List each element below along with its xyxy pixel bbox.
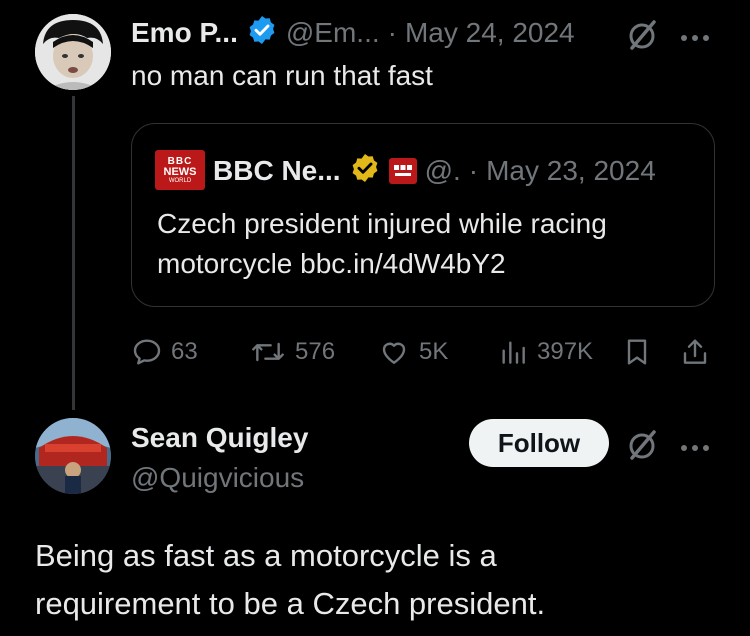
reply-author-handle[interactable]: @Quigvicious bbox=[131, 462, 304, 494]
reply-text-line: requirement to be a Czech president. bbox=[35, 586, 546, 621]
share-icon bbox=[683, 339, 707, 364]
tweet-date[interactable]: May 24, 2024 bbox=[405, 17, 575, 49]
quoted-handle[interactable]: @. bbox=[425, 155, 461, 187]
follow-button[interactable]: Follow bbox=[469, 419, 609, 467]
bbc-logo[interactable]: BBC NEWS WORLD bbox=[155, 150, 205, 190]
author-avatar[interactable] bbox=[35, 14, 111, 90]
reply-text: Being as fast as a motorcycle is a requi… bbox=[35, 532, 545, 628]
reply-author-name[interactable]: Sean Quigley bbox=[131, 422, 308, 454]
quoted-text: Czech president injured while racing mot… bbox=[157, 204, 607, 284]
avatar-photo bbox=[35, 418, 111, 494]
views-count: 397K bbox=[537, 338, 594, 365]
quoted-text-line[interactable]: motorcycle bbc.in/4dW4bY2 bbox=[157, 244, 607, 284]
reply-button[interactable]: 63 bbox=[131, 336, 198, 368]
like-count: 5K bbox=[419, 338, 449, 365]
like-button[interactable]: 5K bbox=[377, 336, 448, 368]
quoted-header: BBC Ne... @. · May 23, 2024 bbox=[213, 152, 656, 190]
grok-icon[interactable] bbox=[626, 18, 660, 57]
repost-button[interactable]: 576 bbox=[249, 336, 335, 368]
bookmark-button[interactable] bbox=[621, 336, 653, 368]
grok-icon[interactable] bbox=[626, 428, 660, 467]
thread-line bbox=[72, 96, 75, 410]
reply-count: 63 bbox=[171, 338, 198, 365]
heart-icon bbox=[382, 342, 406, 364]
repost-count: 576 bbox=[295, 338, 336, 365]
reply-author-avatar[interactable] bbox=[35, 418, 111, 494]
quoted-text-line: Czech president injured while racing bbox=[157, 208, 607, 239]
avatar-photo bbox=[35, 14, 111, 90]
reply-text-line: Being as fast as a motorcycle is a bbox=[35, 538, 497, 573]
views-icon bbox=[502, 341, 525, 364]
action-bar: 63 576 5K 397K bbox=[131, 336, 721, 372]
quoted-date[interactable]: May 23, 2024 bbox=[486, 155, 656, 187]
repost-icon bbox=[252, 342, 284, 362]
tweet-text: no man can run that fast bbox=[131, 60, 433, 91]
affiliate-bbc-badge bbox=[388, 158, 417, 184]
verified-badge-icon bbox=[246, 14, 278, 53]
author-name[interactable]: Emo P... bbox=[131, 17, 238, 49]
verified-gold-badge-icon bbox=[349, 152, 381, 191]
more-options-icon[interactable] bbox=[680, 440, 710, 458]
quoted-author-name[interactable]: BBC Ne... bbox=[213, 155, 341, 187]
share-button[interactable] bbox=[679, 336, 711, 368]
more-options-icon[interactable] bbox=[680, 30, 710, 48]
tweet-header: Emo P... @Em... · May 24, 2024 bbox=[131, 14, 575, 52]
views-button[interactable]: 397K bbox=[497, 336, 593, 368]
separator-dot: · bbox=[387, 17, 397, 48]
author-handle[interactable]: @Em... bbox=[286, 17, 380, 49]
bookmark-icon bbox=[627, 339, 647, 365]
reply-icon bbox=[133, 339, 161, 365]
separator-dot: · bbox=[468, 155, 479, 186]
